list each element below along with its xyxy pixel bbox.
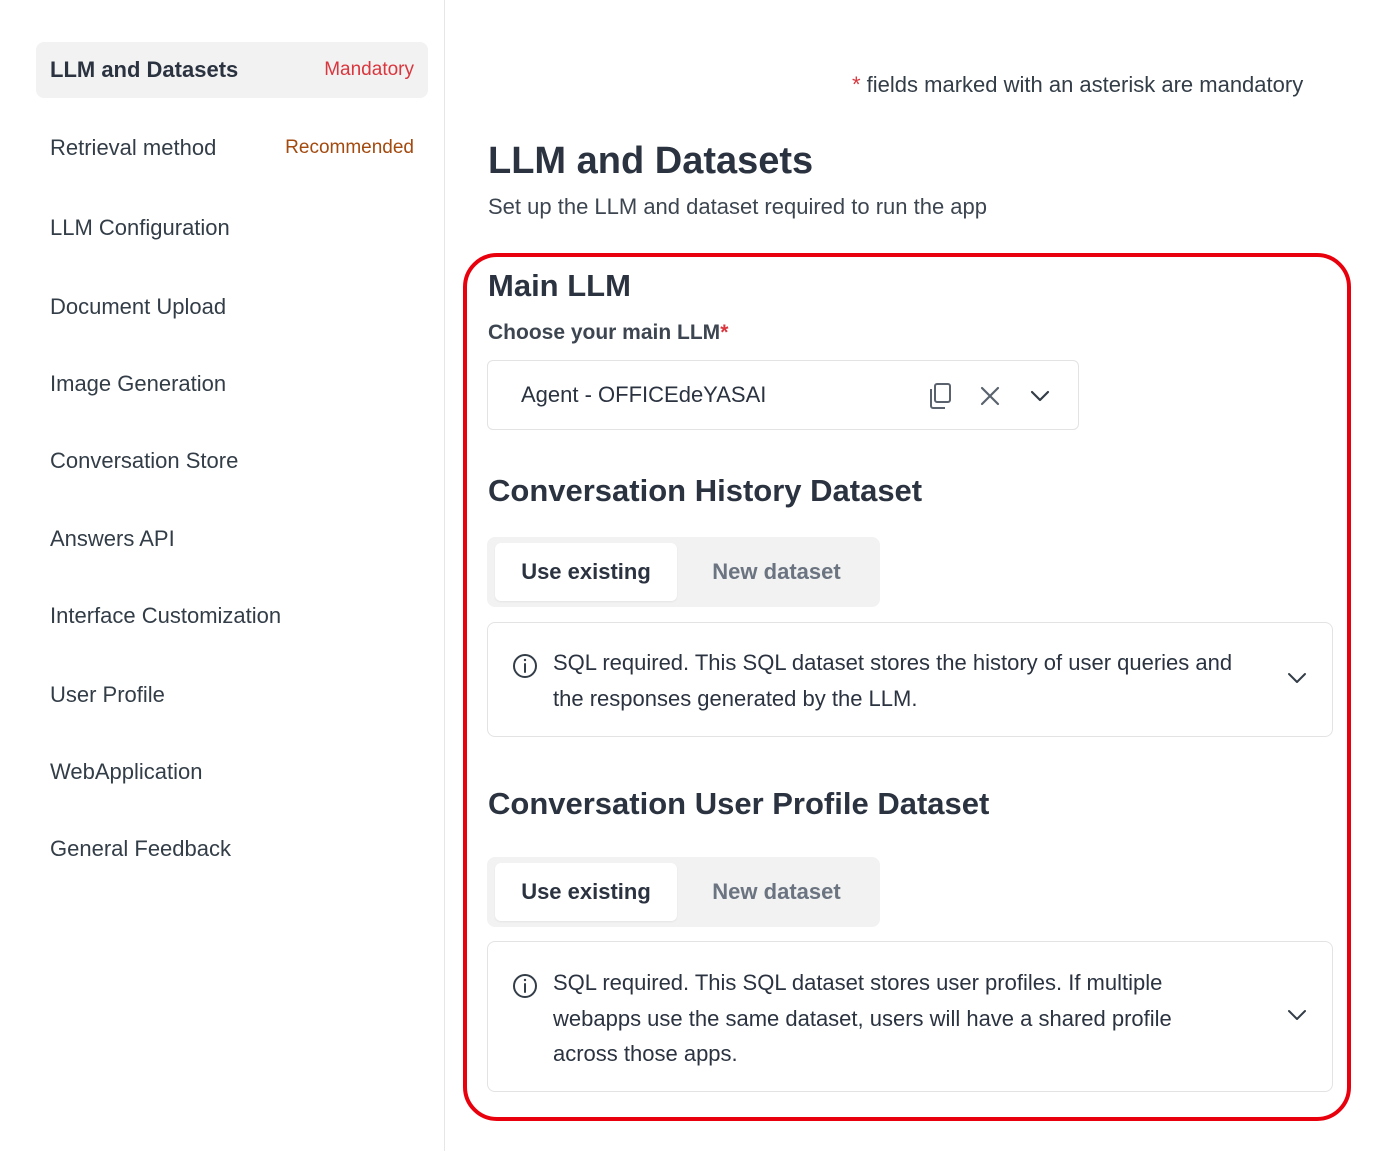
sidebar-item-answers-api[interactable]: Answers API bbox=[36, 511, 428, 567]
sidebar-item-llm-and-datasets[interactable]: LLM and Datasets Mandatory bbox=[36, 42, 428, 98]
copy-icon[interactable] bbox=[924, 380, 956, 412]
main-llm-value: Agent - OFFICEdeYASAI bbox=[521, 382, 767, 407]
sidebar-item-general-feedback[interactable]: General Feedback bbox=[36, 821, 428, 877]
history-info-card[interactable]: SQL required. This SQL dataset stores th… bbox=[487, 622, 1333, 737]
sidebar-item-label: LLM Configuration bbox=[50, 215, 230, 240]
profile-dataset-toggle: Use existing New dataset bbox=[487, 857, 880, 927]
page-title: LLM and Datasets bbox=[488, 140, 814, 182]
sidebar-item-label: Image Generation bbox=[50, 371, 227, 396]
sidebar-item-label: Conversation Store bbox=[50, 448, 239, 473]
main-llm-label: Choose your main LLM* bbox=[488, 321, 728, 345]
mandatory-note-text: fields marked with an asterisk are manda… bbox=[860, 72, 1304, 97]
new-dataset-option[interactable]: New dataset bbox=[679, 543, 874, 601]
sidebar-item-label: Retrieval method bbox=[50, 135, 217, 160]
history-dataset-title: Conversation History Dataset bbox=[488, 473, 923, 508]
sidebar-item-label: Interface Customization bbox=[50, 603, 282, 628]
chevron-down-icon[interactable] bbox=[1284, 665, 1310, 691]
sidebar-item-label: Answers API bbox=[50, 526, 175, 551]
sidebar-item-webapplication[interactable]: WebApplication bbox=[36, 744, 428, 800]
use-existing-option[interactable]: Use existing bbox=[495, 863, 677, 921]
sidebar-item-interface-customization[interactable]: Interface Customization bbox=[36, 588, 428, 644]
sidebar-item-retrieval-method[interactable]: Retrieval method Recommended bbox=[36, 120, 428, 176]
clear-icon[interactable] bbox=[974, 380, 1006, 412]
new-dataset-option[interactable]: New dataset bbox=[679, 863, 874, 921]
sidebar-item-document-upload[interactable]: Document Upload bbox=[36, 279, 428, 335]
sidebar-item-conversation-store[interactable]: Conversation Store bbox=[36, 433, 428, 489]
profile-info-card[interactable]: SQL required. This SQL dataset stores us… bbox=[487, 941, 1333, 1092]
history-info-text: SQL required. This SQL dataset stores th… bbox=[553, 650, 1233, 711]
info-icon bbox=[513, 654, 537, 678]
sidebar-item-label: General Feedback bbox=[50, 836, 231, 861]
recommended-badge: Recommended bbox=[285, 137, 414, 158]
required-mark: * bbox=[720, 321, 729, 344]
sidebar-item-label: Document Upload bbox=[50, 294, 227, 319]
mandatory-badge: Mandatory bbox=[324, 59, 414, 80]
mandatory-note: * fields marked with an asterisk are man… bbox=[852, 72, 1303, 98]
sidebar-item-label: WebApplication bbox=[50, 759, 203, 784]
history-dataset-toggle: Use existing New dataset bbox=[487, 537, 880, 607]
chevron-down-icon[interactable] bbox=[1284, 1002, 1310, 1028]
main-llm-select[interactable]: Agent - OFFICEdeYASAI bbox=[487, 360, 1079, 430]
profile-info-text: SQL required. This SQL dataset stores us… bbox=[553, 970, 1172, 1066]
sidebar: LLM and Datasets Mandatory Retrieval met… bbox=[0, 0, 445, 1151]
sidebar-item-image-generation[interactable]: Image Generation bbox=[36, 356, 428, 412]
main-llm-label-text: Choose your main LLM bbox=[488, 321, 721, 344]
page-subtitle: Set up the LLM and dataset required to r… bbox=[488, 194, 988, 219]
info-icon bbox=[513, 974, 537, 998]
profile-dataset-title: Conversation User Profile Dataset bbox=[488, 786, 990, 821]
sidebar-item-llm-configuration[interactable]: LLM Configuration bbox=[36, 200, 428, 256]
use-existing-option[interactable]: Use existing bbox=[495, 543, 677, 601]
select-actions bbox=[924, 380, 1056, 412]
sidebar-item-user-profile[interactable]: User Profile bbox=[36, 667, 428, 723]
main-llm-title: Main LLM bbox=[488, 268, 631, 303]
asterisk-mark: * bbox=[852, 72, 861, 97]
sidebar-item-label: User Profile bbox=[50, 682, 165, 707]
sidebar-item-label: LLM and Datasets bbox=[50, 57, 239, 82]
chevron-down-icon[interactable] bbox=[1024, 380, 1056, 412]
